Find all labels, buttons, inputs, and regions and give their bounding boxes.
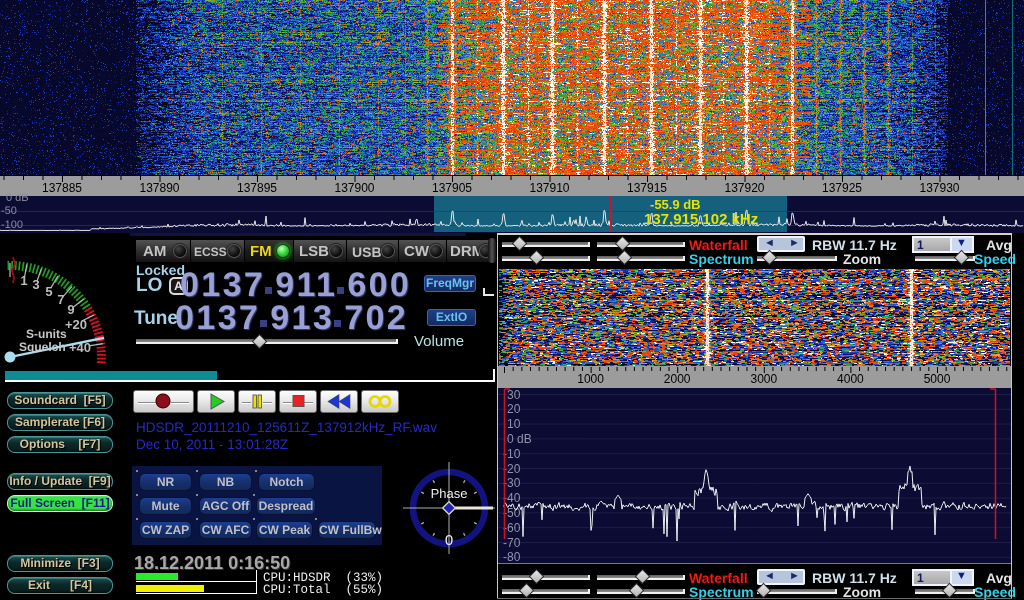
svg-text:1: 1	[20, 273, 27, 288]
svg-text:3: 3	[32, 277, 39, 292]
svg-text:5: 5	[45, 284, 52, 299]
svg-text:+20: +20	[65, 317, 87, 332]
svg-text:9: 9	[67, 302, 74, 317]
svg-text:Phase: Phase	[431, 486, 468, 501]
svg-text:0: 0	[445, 532, 453, 549]
svg-text:7: 7	[57, 292, 64, 307]
